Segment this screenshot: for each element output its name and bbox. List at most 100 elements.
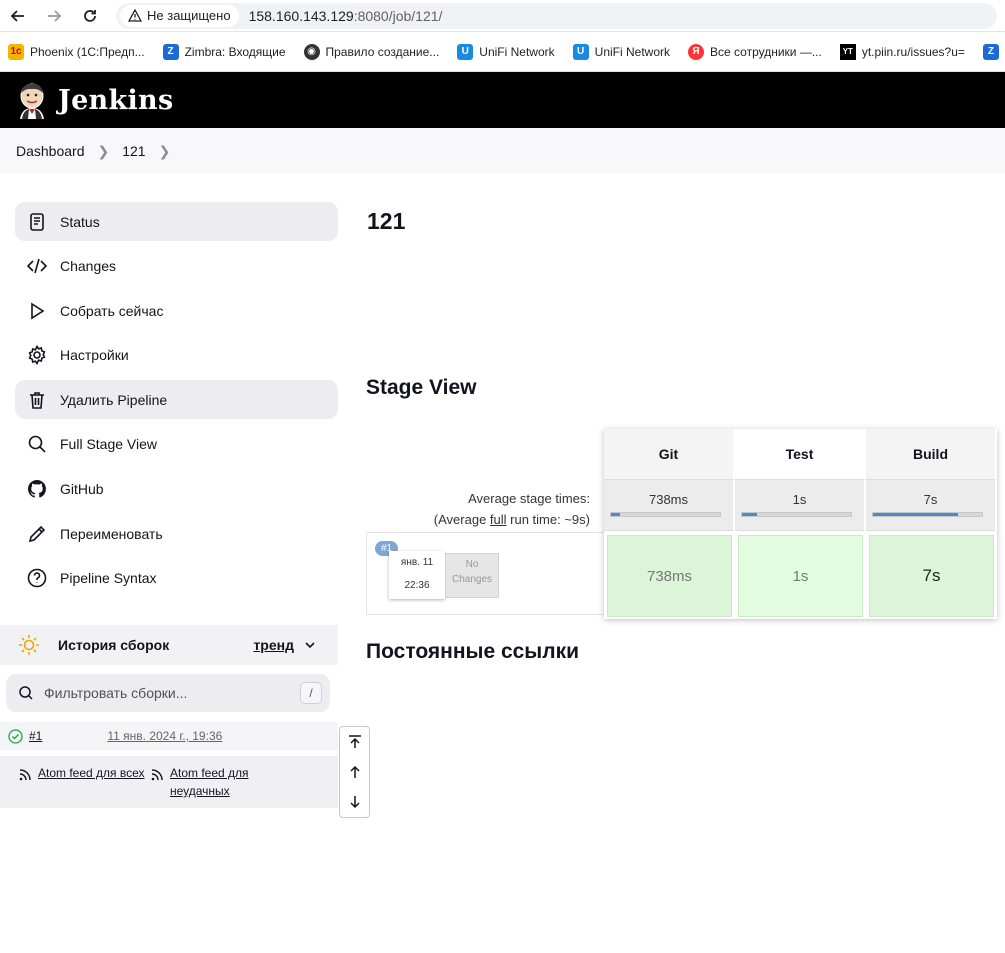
stage-average-bar xyxy=(872,512,983,517)
address-bar[interactable]: Не защищено 158.160.143.129:8080/job/121… xyxy=(116,2,997,29)
warning-icon xyxy=(128,8,142,22)
zimbra-icon: Z xyxy=(982,43,999,60)
avg-run-suffix: run time: ~9s) xyxy=(506,512,590,527)
side-nav: Status Changes Собрать сейчас Настройки … xyxy=(0,174,338,598)
stage-average-value: 1s xyxy=(792,492,807,507)
sidebar-item-status[interactable]: Status xyxy=(15,202,338,241)
bookmark-youtrack[interactable]: YT yt.piin.ru/issues?u= xyxy=(839,43,965,60)
sidebar-item-label: GitHub xyxy=(60,481,104,498)
stage-cell[interactable]: 738ms xyxy=(607,535,732,617)
run-date: янв. 11 xyxy=(400,557,434,568)
full-run-link[interactable]: full xyxy=(490,512,507,527)
run-time: 22:36 xyxy=(404,580,430,591)
scroll-top-icon[interactable] xyxy=(347,734,363,750)
stage-view-summary: Average stage times: (Average full run t… xyxy=(366,482,604,615)
bookmarks-bar: 1c Phoenix (1С:Предп... Z Zimbra: Входящие… xyxy=(0,32,1005,72)
sidebar-item-label: Full Stage View xyxy=(60,436,158,453)
sun-icon xyxy=(19,635,39,655)
atom-feed-all-label: Atom feed для всех xyxy=(38,766,145,780)
atom-feed-all-link[interactable]: Atom feed для всех xyxy=(18,764,150,808)
sidebar-item-full-stage-view[interactable]: Full Stage View xyxy=(15,425,338,464)
sidebar-item-changes[interactable]: Changes xyxy=(15,247,338,286)
bookmark-label: Zimbra: Входящие xyxy=(184,44,286,59)
main-area: Status Changes Собрать сейчас Настройки … xyxy=(0,174,1005,953)
trash-icon xyxy=(30,392,44,409)
forward-button[interactable] xyxy=(36,0,72,32)
run-date-card: янв. 11 22:36 xyxy=(389,551,445,599)
bookmark-zimbra[interactable]: Z Zimbra: Входящие xyxy=(162,43,286,60)
sidebar-item-rename[interactable]: Переименовать xyxy=(15,514,338,553)
bookmark-employees[interactable]: Я Все сотрудники —... xyxy=(688,43,822,60)
breadcrumb: Dashboard ❯ 121 ❯ xyxy=(0,128,1005,174)
bookmark-unifi-1[interactable]: U UniFi Network xyxy=(457,43,555,60)
arrow-up-icon[interactable] xyxy=(347,764,363,780)
bookmark-zimbra-2[interactable]: Z xyxy=(982,43,999,60)
chevron-right-icon[interactable]: ❯ xyxy=(98,143,110,160)
jenkins-title[interactable]: Jenkins xyxy=(58,85,173,116)
sidebar-item-label: Changes xyxy=(60,258,117,275)
jenkins-logo-icon[interactable] xyxy=(16,81,48,119)
stage-average-bar-fill xyxy=(611,513,620,516)
atom-feed-failed-label: Atom feed для неудачных xyxy=(170,766,249,798)
sidebar-item-build-now[interactable]: Собрать сейчас xyxy=(15,291,338,330)
stage-average-bar xyxy=(741,512,852,517)
sidebar-item-label: Pipeline Syntax xyxy=(60,570,157,587)
build-history-header: История сборок тренд xyxy=(0,625,338,665)
reload-button[interactable] xyxy=(72,0,108,32)
zimbra-icon: Z xyxy=(162,43,179,60)
search-icon xyxy=(28,436,46,454)
arrow-right-icon xyxy=(48,9,62,22)
bookmark-unifi-2[interactable]: U UniFi Network xyxy=(572,43,670,60)
github-icon xyxy=(27,480,46,498)
security-chip[interactable]: Не защищено xyxy=(120,4,239,27)
atom-feed-failed-link[interactable]: Atom feed для неудачных xyxy=(150,764,282,808)
status-icon xyxy=(30,212,44,231)
chevron-down-icon xyxy=(305,642,315,649)
stage-view-title: Stage View xyxy=(366,376,477,399)
trend-label: тренд xyxy=(253,637,294,653)
bookmark-phoenix[interactable]: 1c Phoenix (1С:Предп... xyxy=(8,43,145,60)
youtrack-icon: YT xyxy=(839,43,856,60)
stage-cell[interactable]: 7s xyxy=(869,535,994,617)
bookmark-label: yt.piin.ru/issues?u= xyxy=(861,44,965,59)
reload-icon xyxy=(84,9,96,22)
chevron-right-icon[interactable]: ❯ xyxy=(159,143,171,160)
stage-cell[interactable]: 1s xyxy=(738,535,863,617)
build-number-link[interactable]: #1 xyxy=(29,729,42,743)
stage-average-bar xyxy=(610,512,721,517)
security-label: Не защищено xyxy=(147,8,231,23)
sidebar-item-settings[interactable]: Настройки xyxy=(15,336,338,375)
average-times-label: Average stage times: (Average full run t… xyxy=(434,488,590,530)
globe-icon: ◉ xyxy=(303,43,320,60)
breadcrumb-dashboard[interactable]: Dashboard xyxy=(16,143,85,159)
sidebar-item-delete-pipeline[interactable]: Удалить Pipeline xyxy=(15,380,338,420)
arrow-down-icon[interactable] xyxy=(347,794,363,810)
build-history-row[interactable]: #1 11 янв. 2024 г., 19:36 xyxy=(0,722,338,750)
stage-average: 1s xyxy=(735,479,865,531)
url-text: 158.160.143.129:8080/job/121/ xyxy=(249,8,443,24)
arrow-left-icon xyxy=(10,9,24,22)
trend-link[interactable]: тренд xyxy=(253,637,316,653)
breadcrumb-job[interactable]: 121 xyxy=(122,143,145,159)
stage-column-build: Build 7s 7s xyxy=(866,429,996,619)
stage-header: Git xyxy=(604,429,734,479)
bookmark-label: Phoenix (1С:Предп... xyxy=(30,44,145,59)
browser-toolbar: Не защищено 158.160.143.129:8080/job/121… xyxy=(0,0,1005,32)
pencil-icon xyxy=(28,525,46,542)
build-filter-input[interactable]: Фильтровать сборки... / xyxy=(6,674,330,712)
bookmark-rule[interactable]: ◉ Правило создание... xyxy=(303,43,439,60)
help-icon xyxy=(27,568,47,588)
gear-icon xyxy=(28,345,46,366)
success-check-icon xyxy=(8,728,23,744)
stage-column-test: Test 1s 1s xyxy=(735,429,865,619)
back-button[interactable] xyxy=(0,0,36,32)
stage-average-value: 7s xyxy=(923,492,938,507)
filter-shortcut-key: / xyxy=(300,682,322,704)
sidebar-item-pipeline-syntax[interactable]: Pipeline Syntax xyxy=(15,559,338,598)
build-date-link[interactable]: 11 янв. 2024 г., 19:36 xyxy=(107,729,222,743)
no-changes-box[interactable]: No Changes xyxy=(445,553,499,598)
sidebar-item-github[interactable]: GitHub xyxy=(15,470,338,509)
sidebar-item-label: Настройки xyxy=(60,347,129,364)
avg-run-prefix: (Average xyxy=(433,512,490,527)
url-path: :8080/job/121/ xyxy=(353,7,443,24)
